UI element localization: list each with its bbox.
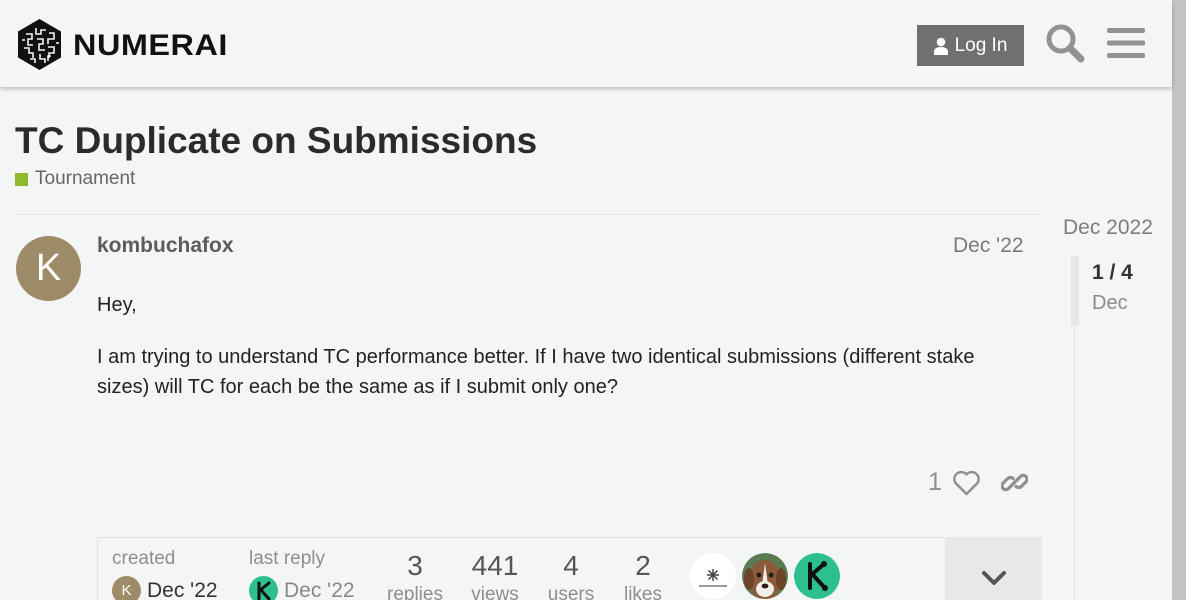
login-button[interactable]: Log In xyxy=(917,25,1024,66)
topic-title[interactable]: TC Duplicate on Submissions xyxy=(15,120,537,162)
post-paragraph: Hey, xyxy=(97,294,137,316)
last-reply-label: last reply xyxy=(249,548,326,569)
created-info[interactable]: created K Dec '22 xyxy=(112,548,218,600)
stat-value: 441 xyxy=(471,550,519,581)
topic-map: created K Dec '22 last reply Dec '22 3 r… xyxy=(97,537,1042,600)
stat-label: likes xyxy=(623,584,662,600)
category-badge[interactable]: Tournament xyxy=(15,168,135,190)
login-label: Log In xyxy=(954,34,1008,56)
stat-label: replies xyxy=(387,584,443,600)
stat-users: 4 users xyxy=(542,550,600,600)
timeline-start-date[interactable]: Dec 2022 xyxy=(1063,216,1153,240)
category-color-swatch xyxy=(15,172,28,186)
stat-replies: 3 replies xyxy=(386,550,444,600)
avatar-letter: K xyxy=(121,582,132,599)
post-paragraph: I am trying to understand TC performance… xyxy=(97,346,975,398)
category-name: Tournament xyxy=(35,168,136,189)
stat-views: 441 views xyxy=(466,550,524,600)
title-divider xyxy=(15,214,1042,215)
participant-avatar[interactable] xyxy=(742,553,788,599)
post-username[interactable]: kombuchafox xyxy=(97,234,234,258)
user-icon xyxy=(933,37,948,55)
created-date: Dec '22 xyxy=(147,578,218,600)
heart-icon[interactable] xyxy=(953,470,980,496)
search-icon[interactable] xyxy=(1045,23,1085,63)
page-scrollbar[interactable] xyxy=(1172,0,1186,600)
avatar[interactable]: K xyxy=(16,236,81,301)
stat-label: users xyxy=(547,584,595,600)
k-logo-icon xyxy=(257,581,270,600)
last-reply-date: Dec '22 xyxy=(284,578,355,600)
numerai-logo-icon xyxy=(18,19,61,70)
avatar-letter: K xyxy=(35,247,62,289)
hamburger-menu-icon[interactable] xyxy=(1107,26,1145,60)
timeline-current-date: Dec xyxy=(1092,292,1128,314)
timeline-position: 1 / 4 xyxy=(1092,261,1133,284)
like-count[interactable]: 1 xyxy=(928,468,942,497)
stat-value: 3 xyxy=(407,550,423,581)
post-date[interactable]: Dec '22 xyxy=(953,234,1024,258)
site-header: NUMERAI Log In xyxy=(0,0,1172,87)
numerai-logo[interactable]: NUMERAI xyxy=(16,18,227,71)
participant-avatar[interactable] xyxy=(794,553,840,599)
chevron-down-icon xyxy=(981,570,1006,585)
expand-topic-map-button[interactable] xyxy=(945,537,1042,600)
last-reply-info[interactable]: last reply Dec '22 xyxy=(249,548,355,600)
link-icon[interactable] xyxy=(1001,469,1028,496)
stat-value: 2 xyxy=(635,550,651,581)
stat-label: views xyxy=(471,584,519,600)
avatar xyxy=(249,576,278,600)
created-label: created xyxy=(112,548,176,569)
timeline-scroll-handle[interactable] xyxy=(1071,256,1079,326)
logo-text: NUMERAI xyxy=(73,28,228,62)
post-body: Hey, I am trying to understand TC perfor… xyxy=(97,290,1027,424)
participant-avatar[interactable] xyxy=(690,553,736,599)
stat-likes: 2 likes xyxy=(614,550,672,600)
avatar: K xyxy=(112,576,141,600)
stat-value: 4 xyxy=(563,550,579,581)
